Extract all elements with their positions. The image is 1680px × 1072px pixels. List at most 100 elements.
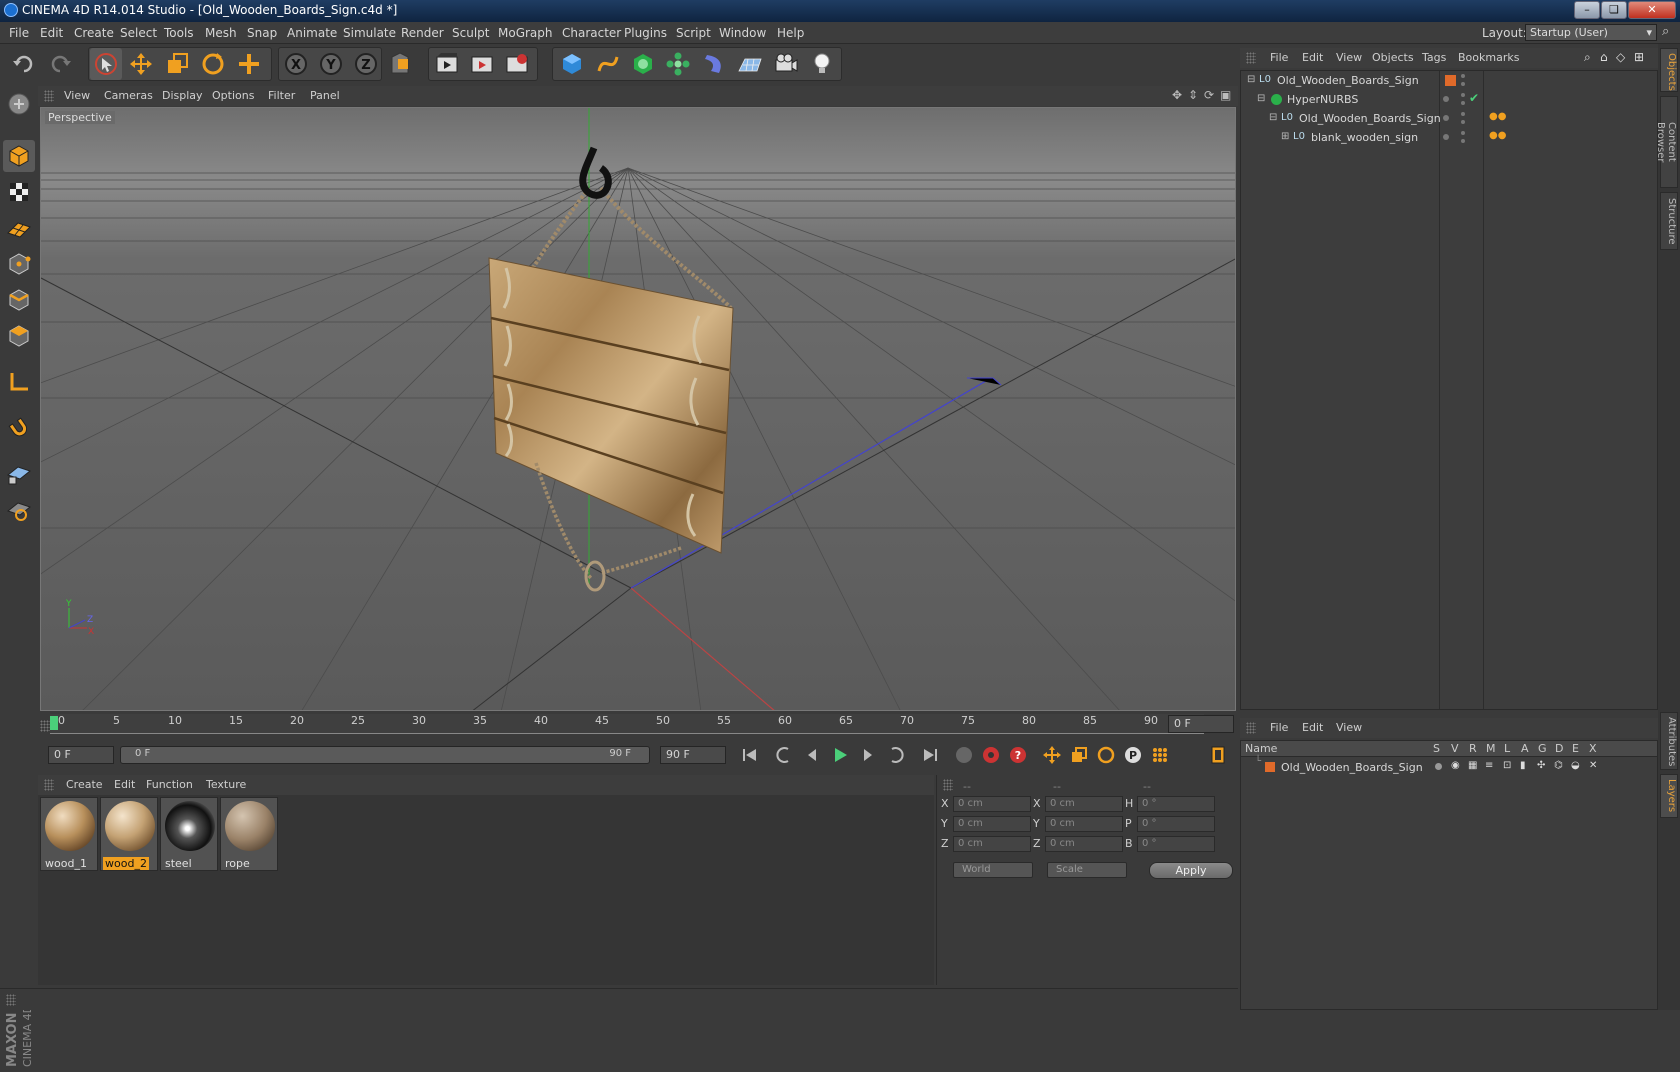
editor-visibility-dot[interactable] <box>1443 96 1449 102</box>
layer-solo-toggle[interactable] <box>1435 763 1442 770</box>
texture-mode-icon[interactable] <box>3 176 35 208</box>
panel-grip-icon[interactable] <box>44 90 54 102</box>
timeline-grip-icon[interactable] <box>40 720 50 732</box>
axis-mode-icon[interactable] <box>3 366 35 398</box>
size-y-field[interactable]: 0 cm <box>1045 816 1123 832</box>
menu-character[interactable]: Character <box>562 26 621 40</box>
viewport-menu-filter[interactable]: Filter <box>268 89 295 102</box>
array-icon[interactable] <box>662 48 694 80</box>
menu-edit[interactable]: Edit <box>40 26 63 40</box>
timeline-current-frame-field[interactable]: 0 F <box>1168 715 1234 733</box>
layer-col-xref[interactable]: X <box>1589 742 1597 755</box>
object-menu-bookmarks[interactable]: Bookmarks <box>1458 51 1519 64</box>
scale-icon[interactable] <box>161 48 193 80</box>
layer-col-expressions[interactable]: E <box>1572 742 1579 755</box>
material-tag-icon[interactable]: ●● <box>1489 111 1506 122</box>
add-icon[interactable] <box>233 48 265 80</box>
layer-menu-edit[interactable]: Edit <box>1302 721 1323 734</box>
menu-simulate[interactable]: Simulate <box>343 26 396 40</box>
search-icon[interactable]: ⌕ <box>1584 50 1591 65</box>
go-to-start-icon[interactable] <box>738 744 762 766</box>
material-swatch[interactable]: steel <box>160 797 218 871</box>
go-to-end-icon[interactable] <box>918 744 942 766</box>
editor-visibility-dot[interactable] <box>1461 93 1465 97</box>
pos-z-field[interactable]: 0 cm <box>953 836 1031 852</box>
menu-script[interactable]: Script <box>676 26 711 40</box>
timeline-ruler[interactable]: 0 5 10 15 20 25 30 35 40 45 50 55 60 65 … <box>38 712 1238 738</box>
key-parameter-icon[interactable]: P <box>1121 744 1145 766</box>
points-mode-icon[interactable] <box>3 248 35 280</box>
menu-tools[interactable]: Tools <box>164 26 194 40</box>
menu-select[interactable]: Select <box>120 26 157 40</box>
locked-workplane-icon[interactable] <box>3 458 35 490</box>
size-mode-dropdown[interactable]: Scale <box>1047 862 1127 878</box>
rotate-icon[interactable] <box>197 48 229 80</box>
object-name[interactable]: HyperNURBS <box>1287 93 1358 106</box>
rot-h-field[interactable]: 0 ° <box>1137 796 1215 812</box>
frame-range-slider[interactable]: 0 F 90 F <box>120 746 650 764</box>
tab-objects[interactable]: Objects <box>1660 48 1678 92</box>
close-button[interactable]: ✕ <box>1628 1 1676 19</box>
coordinate-system-icon[interactable] <box>385 48 417 80</box>
material-swatch[interactable]: wood_2 <box>100 797 158 871</box>
play-forward-icon[interactable] <box>828 744 852 766</box>
model-mode-icon[interactable] <box>3 140 35 172</box>
nurbs-icon[interactable] <box>627 48 659 80</box>
polygons-mode-icon[interactable] <box>3 320 35 352</box>
object-menu-file[interactable]: File <box>1270 51 1288 64</box>
layer-xref-icon[interactable]: ✕ <box>1589 760 1597 771</box>
material-swatch[interactable]: wood_1 <box>40 797 98 871</box>
record-active-objects-icon[interactable] <box>979 744 1003 766</box>
layer-lock-icon[interactable]: ⊡ <box>1503 760 1511 771</box>
key-point-level-icon[interactable] <box>1148 744 1172 766</box>
pos-x-field[interactable]: 0 cm <box>953 796 1031 812</box>
editor-visibility-dot[interactable] <box>1443 134 1449 140</box>
rot-p-field[interactable]: 0 ° <box>1137 816 1215 832</box>
layer-animation-icon[interactable]: ▮ <box>1520 760 1526 771</box>
viewport-zoom-icon[interactable]: ⇕ <box>1188 88 1198 102</box>
key-scale-icon[interactable] <box>1067 744 1091 766</box>
layer-col-generators[interactable]: G <box>1538 742 1547 755</box>
previous-key-icon[interactable] <box>772 744 796 766</box>
layer-col-deformers[interactable]: D <box>1555 742 1563 755</box>
current-frame-field[interactable]: 0 F <box>48 746 114 764</box>
panel-grip-icon[interactable] <box>6 994 16 1006</box>
redo-icon[interactable] <box>44 48 76 80</box>
floor-icon[interactable] <box>734 48 766 80</box>
material-tag-icon[interactable]: ●● <box>1489 130 1506 141</box>
material-menu-function[interactable]: Function <box>146 778 193 791</box>
rot-b-field[interactable]: 0 ° <box>1137 836 1215 852</box>
object-row[interactable]: ⊟ L0 Old_Wooden_Boards_Sign <box>1241 71 1657 91</box>
object-name[interactable]: Old_Wooden_Boards_Sign <box>1277 74 1419 87</box>
expand-icon[interactable]: ⊞ <box>1281 131 1289 142</box>
next-key-icon[interactable] <box>884 744 908 766</box>
viewport-menu-cameras[interactable]: Cameras <box>104 89 153 102</box>
search-icon[interactable]: ⌕ <box>1662 24 1669 39</box>
coordinate-space-dropdown[interactable]: World <box>953 862 1033 878</box>
object-row[interactable]: ⊟ L0 Old_Wooden_Boards_Sign ●● <box>1241 109 1657 129</box>
layer-manager-icon[interactable]: ≡ <box>1485 760 1493 771</box>
menu-animate[interactable]: Animate <box>287 26 337 40</box>
key-rotation-icon[interactable] <box>1094 744 1118 766</box>
layer-render-icon[interactable]: ▦ <box>1468 760 1477 771</box>
menu-create[interactable]: Create <box>74 26 114 40</box>
render-visibility-dot[interactable] <box>1461 120 1465 124</box>
render-visibility-dot[interactable] <box>1461 101 1465 105</box>
layer-color-swatch[interactable] <box>1265 762 1275 772</box>
render-view-icon[interactable] <box>431 48 463 80</box>
menu-window[interactable]: Window <box>719 26 766 40</box>
object-name[interactable]: blank_wooden_sign <box>1311 131 1418 144</box>
max-frame-field[interactable]: 90 F <box>660 746 726 764</box>
viewport-menu-options[interactable]: Options <box>212 89 254 102</box>
menu-snap[interactable]: Snap <box>247 26 277 40</box>
next-frame-icon[interactable] <box>856 744 880 766</box>
layer-row[interactable]: └ Old_Wooden_Boards_Sign ◉ ▦ ≡ ⊡ ▮ ✣ ⌬ ◒… <box>1241 756 1657 778</box>
layer-color-swatch[interactable] <box>1445 75 1456 86</box>
viewport-scene[interactable]: Y Z X <box>41 108 1236 711</box>
autokeying-icon[interactable]: ? <box>1006 744 1030 766</box>
tab-attributes[interactable]: Attributes <box>1660 712 1678 770</box>
layer-col-render[interactable]: R <box>1469 742 1477 755</box>
layer-col-view[interactable]: V <box>1451 742 1459 755</box>
spline-icon[interactable] <box>592 48 624 80</box>
viewport-move-icon[interactable]: ✥ <box>1172 88 1182 102</box>
